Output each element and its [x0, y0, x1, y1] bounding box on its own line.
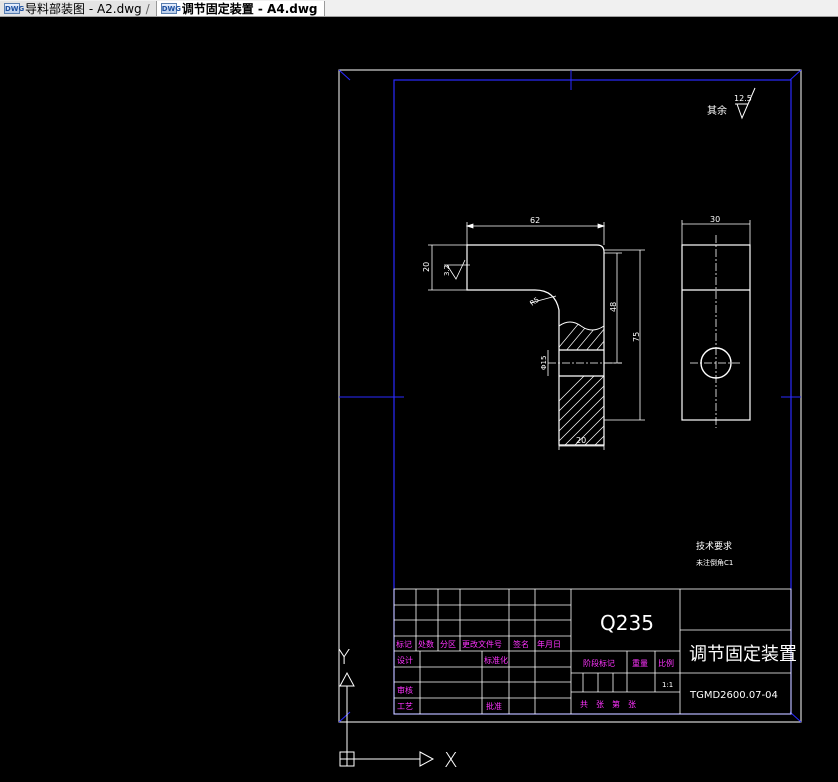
sheet-outer-border — [338, 69, 802, 723]
dim-side-width: 30 — [710, 215, 720, 224]
dim-left-height: 20 — [422, 262, 431, 272]
roughness-symbol — [735, 87, 756, 120]
dim-radius: R5 — [529, 296, 541, 308]
ucs-x-label: X — [444, 748, 458, 772]
scale-value: 1:1 — [662, 681, 673, 689]
tab-assembly-drawing[interactable]: DWG 导料部装图 - A2.dwg / — [0, 1, 157, 16]
dwg-file-icon: DWG — [160, 3, 181, 14]
ucs-y-label: Y — [338, 645, 350, 669]
section-hatching-top — [559, 322, 604, 350]
front-view — [466, 244, 622, 446]
tb-label-standard: 标准化 — [484, 655, 508, 665]
tb-label-stage-mark: 阶段标记 — [583, 658, 615, 668]
tech-requirements-note: 未注倒角C1 — [696, 558, 733, 567]
dim-hole-diameter: Φ15 — [540, 356, 548, 370]
tb-label-ratio: 比例 — [658, 658, 674, 668]
tab-label: 导料部装图 - A2.dwg — [25, 2, 142, 16]
tb-label-zone: 分区 — [440, 640, 456, 649]
tech-requirements-title: 技术要求 — [696, 540, 732, 552]
tb-label-mark: 标记 — [396, 639, 412, 649]
dim-inner-height: 48 — [609, 302, 618, 312]
dim-local-roughness: 3.2 — [443, 265, 451, 276]
drawing-number: TGMD2600.07-04 — [689, 690, 778, 701]
centering-marks — [338, 69, 802, 723]
tb-label-design: 设计 — [397, 655, 413, 665]
dim-top-width: 62 — [530, 216, 540, 225]
tb-label-count: 处数 — [418, 639, 434, 649]
section-hatching-bottom — [559, 376, 604, 445]
ucs-icon — [339, 671, 435, 767]
part-name: 调节固定装置 — [689, 644, 797, 665]
roughness-note: 其余 — [707, 104, 727, 117]
tab-label: 调节固定装置 - A4.dwg — [181, 2, 318, 16]
document-tab-bar: DWG 导料部装图 - A2.dwg / DWG 调节固定装置 - A4.dwg — [0, 0, 838, 17]
front-view-dimensions — [428, 222, 645, 450]
tb-label-signature: 签名 — [513, 639, 529, 649]
tb-label-date: 年月日 — [537, 639, 561, 649]
dim-bottom-width: 20 — [576, 436, 586, 445]
dim-total-height: 75 — [632, 332, 641, 342]
tab-fixture-drawing[interactable]: DWG 调节固定装置 - A4.dwg — [156, 1, 325, 16]
dwg-file-icon: DWG — [4, 3, 25, 14]
tb-label-weight: 重量 — [632, 658, 648, 668]
drawing-canvas[interactable]: 其余 12.5 62 20 3.2 R5 48 75 Φ15 20 30 技术要… — [0, 16, 838, 782]
side-view — [681, 220, 751, 428]
tab-separator: / — [145, 1, 150, 16]
material-label: Q235 — [600, 611, 654, 635]
tb-label-sheets: 共 张 第 张 — [580, 699, 636, 709]
tb-label-review: 审核 — [397, 685, 413, 695]
sheet-inner-border — [393, 79, 792, 715]
tb-label-change-doc: 更改文件号 — [462, 639, 502, 649]
tb-label-approve: 批准 — [486, 701, 502, 711]
tb-label-process: 工艺 — [397, 702, 413, 711]
